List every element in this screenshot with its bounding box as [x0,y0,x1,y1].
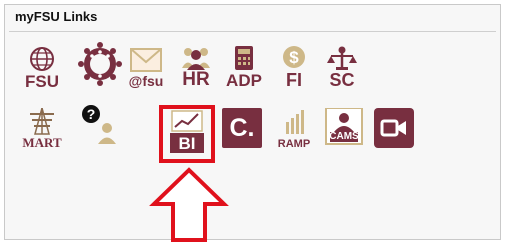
link-hr[interactable]: HR [174,46,218,90]
link-c[interactable]: C. [220,108,264,152]
link-canvas[interactable] [78,42,122,86]
link-caption: FSU [25,72,59,91]
link-sc[interactable]: SC [320,46,364,90]
link-caption: HR [182,69,210,90]
panel-title: myFSU Links [15,9,98,24]
link-caption: SC [329,70,355,90]
link-fsu[interactable]: FSU [20,46,64,91]
svg-text:?: ? [87,106,96,122]
link-caption: FI [286,70,302,90]
link-video[interactable] [372,108,416,152]
link-adp[interactable]: ADP [222,46,266,90]
person-card-icon [325,108,363,145]
title-divider [9,31,496,32]
link-caption: ADP [226,71,262,90]
link-mart[interactable]: MART [20,108,64,152]
canvas-dots-icon [78,42,122,86]
link-caption: MART [22,135,62,150]
svg-text:$: $ [289,48,299,67]
bi-highlight-box [159,105,215,163]
link-caption: CAMS [329,131,359,142]
link-mail[interactable]: @fsu [124,46,168,90]
link-fi[interactable]: $ FI [272,46,316,90]
link-caption: RAMP [277,138,311,150]
link-caption: C. [229,114,255,142]
video-camera-icon [374,108,414,148]
link-help[interactable]: ? [78,104,122,148]
link-caption: @fsu [128,73,164,89]
link-ramp[interactable]: RAMP [272,108,316,152]
up-arrow-icon [149,167,229,242]
link-cams[interactable]: CAMS [322,108,366,152]
help-person-icon: ? [82,105,116,144]
